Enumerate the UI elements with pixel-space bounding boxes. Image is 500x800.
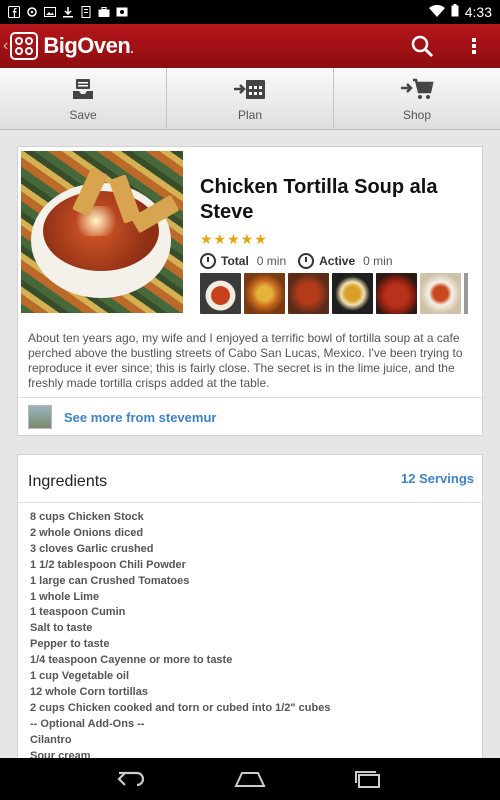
home-icon xyxy=(234,772,266,787)
ingredient-item: 1 large can Crushed Tomatoes xyxy=(30,574,190,587)
ingredient-item: Salt to taste xyxy=(30,622,93,635)
thumbnail-photo[interactable] xyxy=(332,273,373,314)
sync-icon xyxy=(26,6,38,18)
thumbnail-photo[interactable] xyxy=(244,273,285,314)
file-icon xyxy=(80,6,92,18)
plan-label: Plan xyxy=(237,107,263,122)
app-bar: ‹ BigOven. xyxy=(0,24,500,68)
notification-icons xyxy=(8,6,128,18)
ingredient-item: 1/4 teaspoon Cayenne or more to taste xyxy=(30,654,233,667)
bigoven-logo[interactable]: BigOven. xyxy=(10,32,134,60)
save-label: Save xyxy=(69,107,97,122)
search-button[interactable] xyxy=(396,24,448,68)
search-icon xyxy=(411,35,434,58)
save-button[interactable]: Save xyxy=(0,68,167,129)
recipe-hero-image[interactable] xyxy=(21,151,183,313)
shop-button[interactable]: Shop xyxy=(334,68,500,129)
ingredient-item: Cilantro xyxy=(30,733,72,746)
status-bar: 4:33 xyxy=(0,0,500,24)
divider xyxy=(18,502,482,503)
ingredient-item: 2 whole Onions diced xyxy=(30,526,144,539)
ingredient-item: 1 1/2 tablespoon Chili Powder xyxy=(30,558,186,571)
ingredient-item: 1 teaspoon Cumin xyxy=(30,606,126,619)
back-icon xyxy=(117,771,145,787)
logo-mark-icon xyxy=(10,32,39,60)
ingredient-item: 3 cloves Garlic crushed xyxy=(30,542,154,555)
recipe-description: About ten years ago, my wife and I enjoy… xyxy=(28,331,463,390)
ingredients-list: 8 cups Chicken Stock 2 whole Onions dice… xyxy=(30,510,330,765)
ingredient-item: 8 cups Chicken Stock xyxy=(30,511,144,523)
ingredient-item: Pepper to taste xyxy=(30,638,110,651)
facebook-icon xyxy=(8,6,20,18)
home-button[interactable] xyxy=(231,764,269,794)
battery-icon xyxy=(451,4,459,20)
save-tray-icon xyxy=(70,76,96,102)
up-chevron-icon[interactable]: ‹ xyxy=(3,37,8,55)
back-button[interactable] xyxy=(113,764,151,794)
active-time-label: Active xyxy=(319,254,356,268)
ingredient-section-heading: -- Optional Add-Ons -- xyxy=(30,717,145,730)
thumbnail-photo[interactable] xyxy=(200,273,241,314)
shop-label: Shop xyxy=(402,107,432,122)
author-avatar xyxy=(28,405,52,429)
recents-button[interactable] xyxy=(349,764,387,794)
ingredients-card: Ingredients 12 Servings 8 cups Chicken S… xyxy=(17,454,483,774)
plan-button[interactable]: Plan xyxy=(167,68,334,129)
status-right: 4:33 xyxy=(428,4,492,20)
recipe-times: Total 0 min Active 0 min xyxy=(200,253,405,269)
photo-icon xyxy=(116,6,128,18)
ingredient-item: 2 cups Chicken cooked and torn or cubed … xyxy=(30,701,331,714)
wifi-icon xyxy=(428,4,445,20)
calendar-icon xyxy=(233,76,267,102)
download-icon xyxy=(62,6,74,18)
cart-icon xyxy=(400,76,434,102)
overflow-menu-button[interactable] xyxy=(448,24,500,68)
total-time-label: Total xyxy=(221,254,249,268)
system-nav-bar xyxy=(0,758,500,800)
action-bar: Save Plan Shop xyxy=(0,68,500,130)
ingredients-header: Ingredients xyxy=(28,473,108,490)
star-rating-text: ★★★★★ xyxy=(200,231,268,247)
clock-icon xyxy=(298,253,315,269)
total-time-value: 0 min xyxy=(256,254,287,268)
clock-icon xyxy=(200,253,216,269)
thumbnail-photo[interactable] xyxy=(420,273,461,314)
active-time-value: 0 min xyxy=(363,254,393,268)
see-more-author-link[interactable]: See more from stevemur xyxy=(64,410,216,425)
rating-stars[interactable]: ★★★★★ xyxy=(200,231,268,248)
logo-text: BigOven. xyxy=(43,33,134,58)
recipe-card: Chicken Tortilla Soup ala Steve ★★★★★ To… xyxy=(17,146,483,436)
overflow-menu-icon xyxy=(472,38,476,54)
photo-thumbnails xyxy=(200,273,468,314)
servings-link[interactable]: 12 Servings xyxy=(401,471,474,486)
ingredient-item: 1 cup Vegetable oil xyxy=(30,670,130,683)
author-row[interactable]: See more from stevemur xyxy=(28,405,216,429)
thumbnail-photo[interactable] xyxy=(288,273,329,314)
status-time: 4:33 xyxy=(464,4,492,20)
recents-icon xyxy=(355,771,380,788)
thumbnail-overflow xyxy=(464,273,468,314)
divider xyxy=(18,397,482,398)
thumbnail-photo[interactable] xyxy=(376,273,417,314)
ingredient-item: 1 whole Lime xyxy=(30,590,100,603)
recipe-title: Chicken Tortilla Soup ala Steve xyxy=(200,176,438,223)
briefcase-icon xyxy=(98,6,110,18)
image-icon xyxy=(44,6,56,18)
ingredient-item: 12 whole Corn tortillas xyxy=(30,685,148,698)
